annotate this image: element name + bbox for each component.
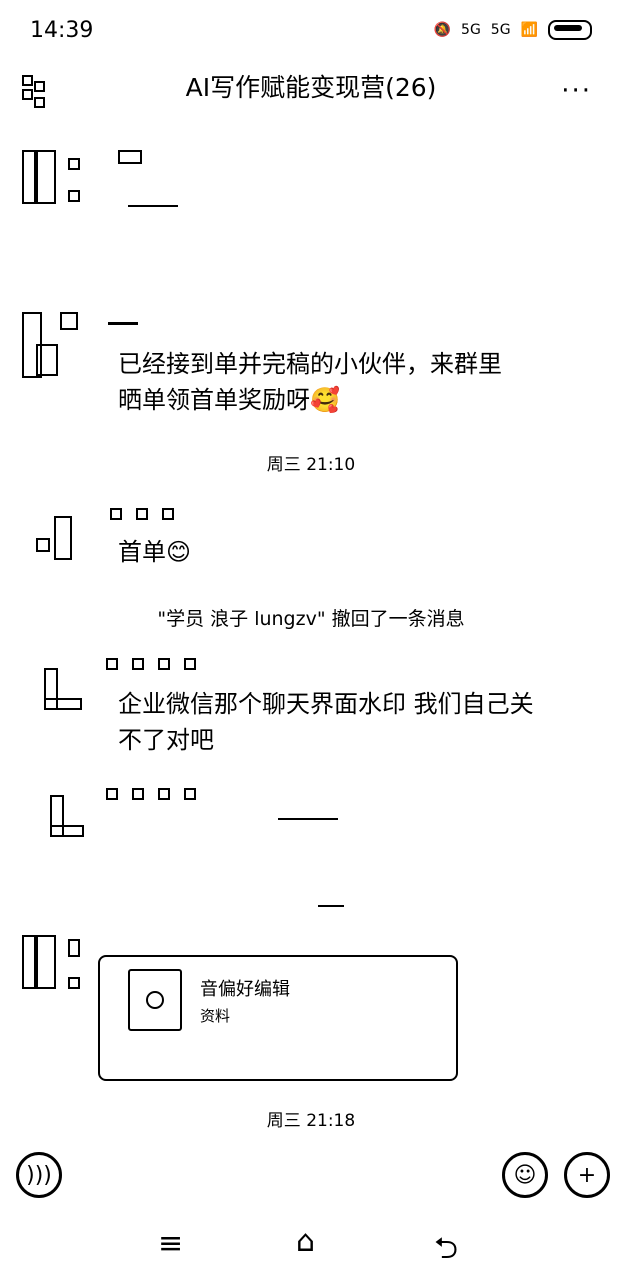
avatar[interactable] [44,668,104,730]
emoji-icon[interactable]: ☺ [502,1152,548,1198]
avatar[interactable] [34,516,94,578]
avatar[interactable] [22,935,82,997]
name-redacted [106,785,210,804]
chat-title: AI写作赋能变现营(26) [185,73,437,102]
more-icon[interactable]: ··· [561,76,592,106]
name-redacted [110,505,188,524]
message-text: 企业微信那个聊天界面水印 我们自己关不了对吧 [118,690,534,754]
blurred-line [278,818,338,820]
back-icon[interactable]: ⮌ [434,1226,458,1277]
card-subtitle: 资料 [200,1007,231,1025]
net1-label: 5G [461,22,481,38]
card-thumbnail [128,969,182,1031]
status-time: 14:39 [30,18,94,43]
blurred-line [318,905,344,907]
name-redacted [108,322,138,325]
mute-icon: 🔕 [433,22,452,38]
recall-notice: "学员 浪子 lungzv" 撤回了一条消息 [157,608,465,630]
shared-card[interactable]: 音偏好编辑 资料 [98,955,458,1081]
plus-icon[interactable]: + [564,1152,610,1198]
home-icon[interactable]: ⌂ [296,1224,315,1259]
message-text: 首单😊 [118,538,192,566]
timestamp: 周三 21:10 [266,455,356,475]
wifi-icon: 📶 [520,22,538,38]
voice-icon[interactable]: ))) [16,1152,62,1198]
status-icons: 🔕 5G 5G 📶 [434,20,592,40]
menu-icon[interactable]: ≡ [158,1226,183,1261]
name-redacted [118,150,142,164]
name-redacted [106,655,210,674]
battery-icon [548,20,592,40]
avatar[interactable] [22,150,82,212]
avatar[interactable] [30,795,90,857]
card-title: 音偏好编辑 [200,979,290,1000]
blurred-line [128,205,178,207]
net2-label: 5G [490,22,511,38]
timestamp: 周三 21:18 [266,1111,356,1131]
message-text: 已经接到单并完稿的小伙伴，来群里晒单领首单奖励呀🥰 [118,350,502,414]
avatar[interactable] [22,312,82,378]
